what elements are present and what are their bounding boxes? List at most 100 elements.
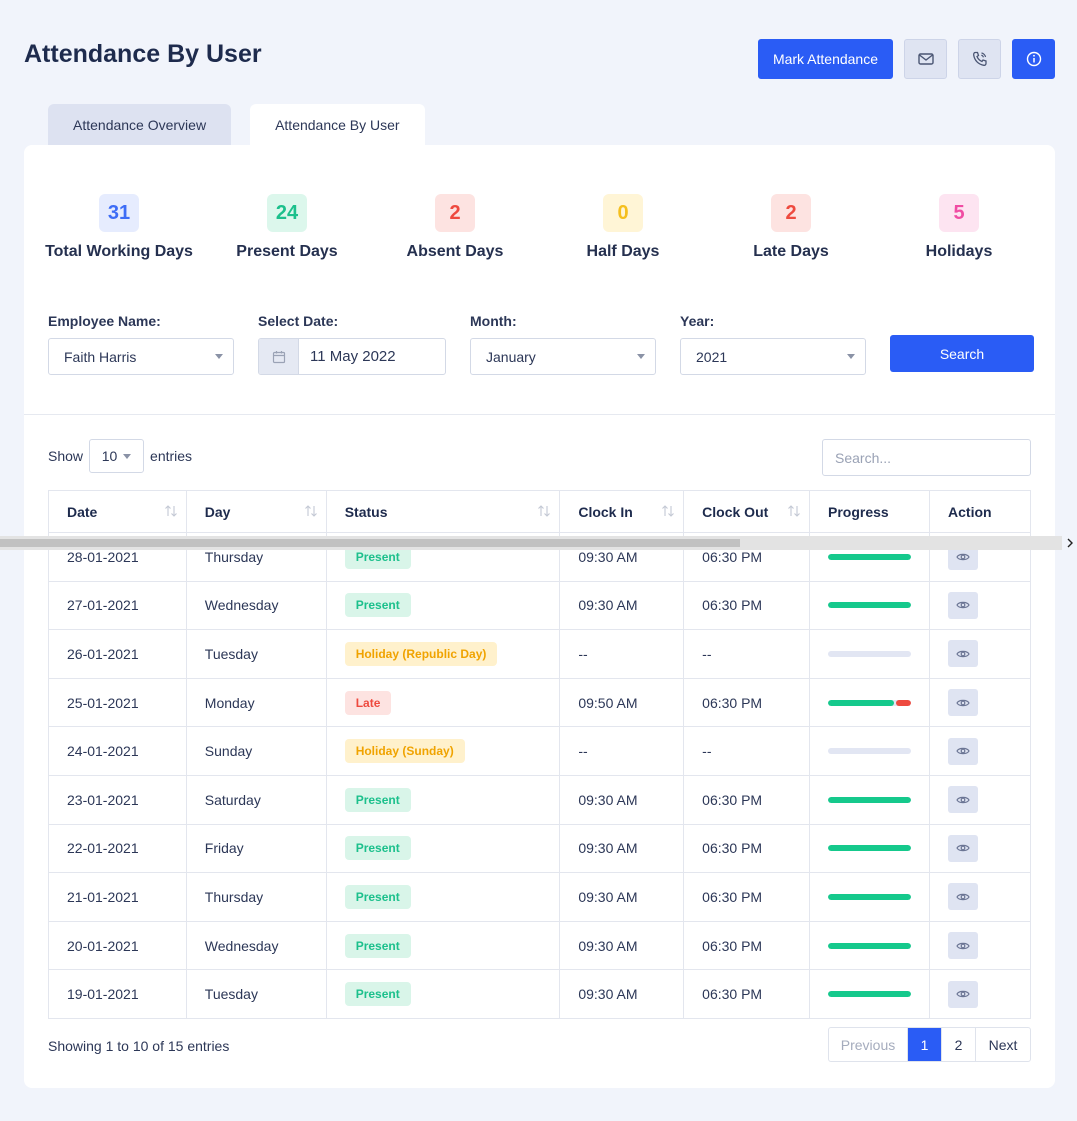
cell-progress xyxy=(809,677,931,728)
eye-icon xyxy=(956,942,970,949)
cell-day: Friday xyxy=(185,823,327,874)
year-filter: Year: 2021 xyxy=(680,313,866,375)
employee-select[interactable]: Faith Harris xyxy=(48,338,234,375)
stat-value: 31 xyxy=(99,194,139,232)
horizontal-scrollbar[interactable] xyxy=(0,536,1062,550)
table-row: 21-01-2021 Thursday Present 09:30 AM 06:… xyxy=(48,872,1031,922)
table-row: 23-01-2021 Saturday Present 09:30 AM 06:… xyxy=(48,774,1031,825)
stat-value: 2 xyxy=(435,194,475,232)
page-length-value: 10 xyxy=(101,448,118,464)
tab-attendance-by-user[interactable]: Attendance By User xyxy=(250,104,425,145)
page-length-control: Show 10 entries xyxy=(48,439,192,473)
view-button[interactable] xyxy=(948,640,979,668)
progress-bar xyxy=(828,991,912,998)
table-row: 19-01-2021 Tuesday Present 09:30 AM 06:3… xyxy=(48,969,1031,1019)
column-header-clock-in[interactable]: Clock In xyxy=(559,490,685,533)
header-actions: Mark Attendance xyxy=(757,39,1055,79)
cell-clock-out: 06:30 PM xyxy=(683,920,811,971)
cell-day: Monday xyxy=(185,677,327,728)
cell-action xyxy=(929,726,1031,776)
mail-button[interactable] xyxy=(904,39,947,79)
cell-progress xyxy=(809,726,931,776)
stat-label: Late Days xyxy=(753,243,829,260)
cell-clock-in: 09:30 AM xyxy=(559,580,685,631)
divider xyxy=(24,414,1055,415)
progress-bar xyxy=(828,748,912,755)
view-button[interactable] xyxy=(948,786,979,814)
phone-button[interactable] xyxy=(958,39,1001,79)
content-card: 31 Total Working Days 24 Present Days 2 … xyxy=(24,145,1055,1088)
cell-date: 23-01-2021 xyxy=(48,774,187,825)
view-button[interactable] xyxy=(948,834,979,862)
pagination-previous[interactable]: Previous xyxy=(829,1028,907,1061)
cell-action xyxy=(929,872,1031,922)
eye-icon xyxy=(956,796,970,803)
pagination-page-2[interactable]: 2 xyxy=(941,1028,975,1061)
status-badge: Present xyxy=(344,982,411,1007)
table-search-input[interactable] xyxy=(822,439,1031,476)
cell-clock-in: 09:30 AM xyxy=(559,774,685,825)
attendance-table: Date Day Status Clock In Clock Out Progr… xyxy=(48,490,1031,1019)
employee-value: Faith Harris xyxy=(64,348,137,365)
progress-fill xyxy=(828,845,912,852)
stat-value: 0 xyxy=(603,194,643,232)
pagination-page-1[interactable]: 1 xyxy=(907,1028,941,1061)
page-length-select[interactable]: 10 xyxy=(89,439,145,473)
mail-icon xyxy=(917,53,934,65)
scroll-right-arrow-icon[interactable] xyxy=(1063,536,1077,550)
cell-clock-out: 06:30 PM xyxy=(683,969,811,1019)
column-header-clock-out[interactable]: Clock Out xyxy=(683,490,811,533)
chevron-down-icon xyxy=(215,354,223,359)
column-header-date[interactable]: Date xyxy=(48,490,187,533)
column-header-action: Action xyxy=(929,490,1031,533)
stats-row: 31 Total Working Days 24 Present Days 2 … xyxy=(24,194,1055,261)
cell-progress xyxy=(809,629,931,679)
sort-icon xyxy=(788,505,800,517)
view-button[interactable] xyxy=(948,980,979,1008)
year-value: 2021 xyxy=(696,348,728,365)
view-button[interactable] xyxy=(948,737,979,765)
month-select[interactable]: January xyxy=(470,338,656,375)
info-button[interactable] xyxy=(1012,39,1055,79)
chevron-down-icon xyxy=(123,453,132,459)
scrollbar-thumb[interactable] xyxy=(0,539,740,547)
status-badge: Present xyxy=(344,933,411,958)
view-button[interactable] xyxy=(948,932,979,960)
date-label: Select Date: xyxy=(258,313,339,329)
cell-date: 22-01-2021 xyxy=(48,823,187,874)
sort-icon xyxy=(304,505,317,517)
year-select[interactable]: 2021 xyxy=(680,338,866,375)
view-button[interactable] xyxy=(948,883,979,911)
stat-value: 2 xyxy=(771,194,811,232)
column-header-status[interactable]: Status xyxy=(325,490,561,533)
eye-icon xyxy=(956,650,970,658)
cell-day: Wednesday xyxy=(185,580,327,631)
cell-day: Thursday xyxy=(185,872,327,922)
cell-date: 24-01-2021 xyxy=(48,726,187,776)
date-value: 11 May 2022 xyxy=(310,348,396,365)
cell-day: Wednesday xyxy=(185,920,327,971)
table-row: 22-01-2021 Friday Present 09:30 AM 06:30… xyxy=(48,823,1031,874)
search-button[interactable]: Search xyxy=(890,335,1034,372)
pagination-next[interactable]: Next xyxy=(975,1028,1030,1061)
entries-label: entries xyxy=(150,448,193,464)
cell-clock-out: -- xyxy=(683,629,811,679)
cell-progress xyxy=(809,580,931,631)
stat-value: 24 xyxy=(267,194,307,232)
month-label: Month: xyxy=(470,313,517,329)
month-filter: Month: January xyxy=(470,313,656,375)
cell-clock-out: 06:30 PM xyxy=(683,823,811,874)
chevron-down-icon xyxy=(847,354,855,359)
cell-status: Present xyxy=(325,872,561,922)
tab-attendance-overview[interactable]: Attendance Overview xyxy=(48,104,232,145)
date-input[interactable]: 11 May 2022 xyxy=(258,338,446,375)
mark-attendance-button[interactable]: Mark Attendance xyxy=(757,39,893,79)
table-body: 28-01-2021 Thursday Present 09:30 AM 06:… xyxy=(48,532,1031,1019)
page-title: Attendance By User xyxy=(24,40,262,68)
view-button[interactable] xyxy=(948,591,979,619)
eye-icon xyxy=(956,602,970,609)
view-button[interactable] xyxy=(948,689,979,717)
column-header-day[interactable]: Day xyxy=(185,490,327,533)
status-badge: Present xyxy=(344,593,411,618)
status-badge: Present xyxy=(344,787,411,812)
